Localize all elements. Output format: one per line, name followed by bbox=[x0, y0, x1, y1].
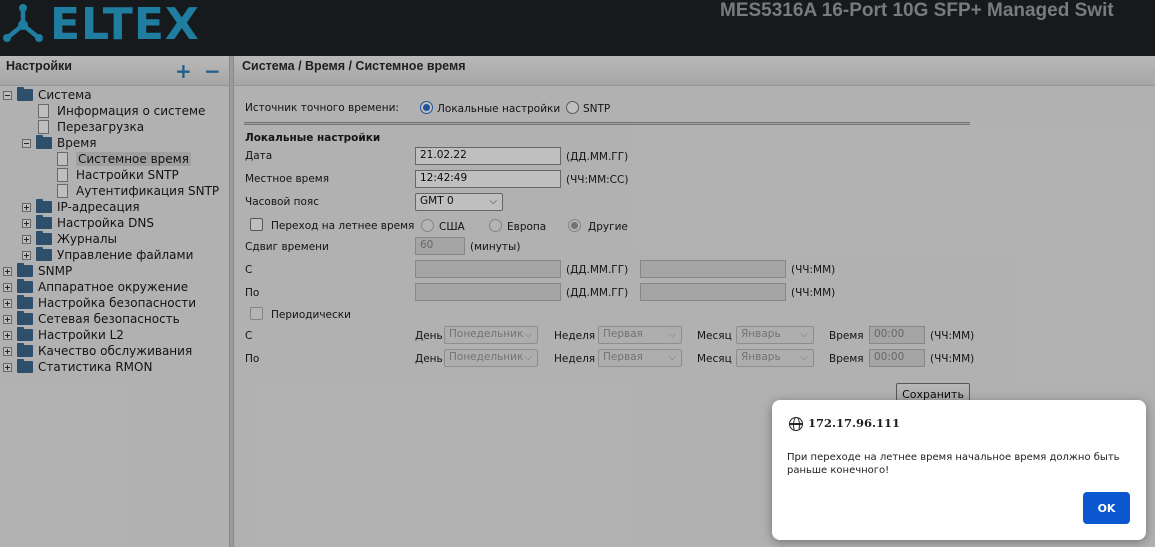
globe-icon bbox=[789, 417, 803, 431]
alert-dialog: 172.17.96.111 При переходе на летнее вре… bbox=[772, 400, 1146, 540]
dialog-origin: 172.17.96.111 bbox=[808, 416, 901, 430]
dialog-message: При переходе на летнее время начальное в… bbox=[787, 452, 1120, 476]
ok-button[interactable]: OK bbox=[1083, 492, 1130, 524]
